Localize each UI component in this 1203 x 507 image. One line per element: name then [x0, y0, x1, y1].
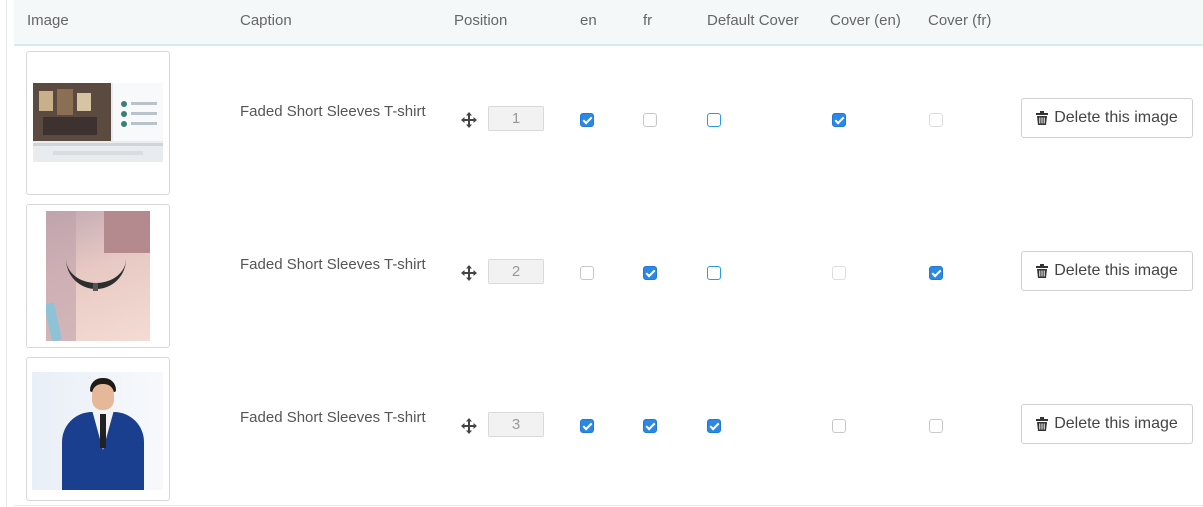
- cover-en-checkbox[interactable]: [832, 266, 846, 280]
- cover-en-checkbox[interactable]: [832, 419, 846, 433]
- position-input[interactable]: 3: [488, 412, 544, 437]
- table-row: Faded Short Sleeves T-shirt 3 Delete thi…: [14, 352, 1203, 506]
- header-default-cover: Default Cover: [707, 12, 799, 29]
- cover-fr-checkbox[interactable]: [929, 419, 943, 433]
- default-cover-radio[interactable]: [707, 113, 721, 127]
- cover-fr-checkbox[interactable]: [929, 266, 943, 280]
- delete-image-button[interactable]: Delete this image: [1021, 404, 1193, 444]
- position-input[interactable]: 2: [488, 259, 544, 284]
- position-input[interactable]: 1: [488, 106, 544, 131]
- move-arrows-icon[interactable]: [460, 111, 478, 129]
- cover-fr-checkbox[interactable]: [929, 113, 943, 127]
- table-row: Faded Short Sleeves T-shirt 1 Delete thi…: [14, 46, 1203, 200]
- delete-label: Delete this image: [1054, 262, 1178, 279]
- default-cover-radio[interactable]: [707, 266, 721, 280]
- header-cover-fr: Cover (fr): [928, 12, 992, 29]
- en-checkbox[interactable]: [580, 113, 594, 127]
- choker-necklace-photo: [46, 211, 150, 341]
- header-caption: Caption: [240, 12, 292, 29]
- website-screenshot-image: [33, 83, 163, 162]
- en-checkbox[interactable]: [580, 419, 594, 433]
- header-image: Image: [27, 12, 69, 29]
- fr-checkbox[interactable]: [643, 419, 657, 433]
- thumbnail[interactable]: [26, 51, 170, 195]
- thumbnail[interactable]: [26, 204, 170, 348]
- delete-label: Delete this image: [1054, 415, 1178, 432]
- header-position: Position: [454, 12, 508, 29]
- delete-image-button[interactable]: Delete this image: [1021, 251, 1193, 291]
- table-header: Image Caption Position en fr Default Cov…: [14, 0, 1203, 46]
- thumbnail[interactable]: [26, 357, 170, 501]
- caption-text: Faded Short Sleeves T-shirt: [240, 409, 426, 426]
- move-arrows-icon[interactable]: [460, 417, 478, 435]
- caption-text: Faded Short Sleeves T-shirt: [240, 256, 426, 273]
- move-arrows-icon[interactable]: [460, 264, 478, 282]
- default-cover-radio[interactable]: [707, 419, 721, 433]
- trash-icon: [1036, 417, 1049, 431]
- fr-checkbox[interactable]: [643, 113, 657, 127]
- delete-label: Delete this image: [1054, 109, 1178, 126]
- header-fr: fr: [643, 12, 653, 29]
- table-row: Faded Short Sleeves T-shirt 2 Delete thi…: [14, 199, 1203, 353]
- header-cover-en: Cover (en): [830, 12, 901, 29]
- fr-checkbox[interactable]: [643, 266, 657, 280]
- trash-icon: [1036, 111, 1049, 125]
- cover-en-checkbox[interactable]: [832, 113, 846, 127]
- left-border: [6, 0, 7, 507]
- delete-image-button[interactable]: Delete this image: [1021, 98, 1193, 138]
- caption-text: Faded Short Sleeves T-shirt: [240, 103, 426, 120]
- trash-icon: [1036, 264, 1049, 278]
- man-in-suit-photo: [32, 372, 163, 490]
- en-checkbox[interactable]: [580, 266, 594, 280]
- header-en: en: [580, 12, 597, 29]
